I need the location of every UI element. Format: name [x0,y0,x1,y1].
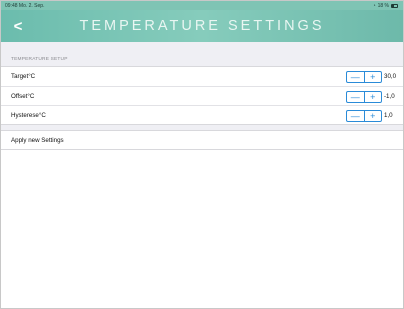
setting-row-offset: Offset°C — + -1,0 [1,86,403,105]
setting-value-target: 30,0 [384,73,397,80]
battery-icon [391,3,398,8]
chevron-left-icon[interactable]: < [11,17,25,35]
setting-value-offset: -1,0 [384,93,395,100]
hysterese-increment-button[interactable]: + [363,111,382,121]
target-decrement-button[interactable]: — [347,72,364,82]
hysterese-stepper: — + [346,110,382,122]
setting-label-hysterese: Hysterese°C [11,111,46,119]
setting-label-offset: Offset°C [11,92,35,100]
navigation-bar: < TEMPERATURE SETTINGS [1,10,403,42]
setting-row-target: Target°C — + 30,0 [1,67,403,86]
battery-percent: 18 % [377,2,389,9]
setting-label-target: Target°C [11,73,36,80]
offset-decrement-button[interactable]: — [347,92,364,102]
target-stepper: — + [346,71,382,83]
temperature-settings-group: Target°C — + 30,0 Offset°C — + -1,0 Hyst… [1,66,403,125]
setting-value-hysterese: 1,0 [384,112,393,119]
apply-settings-button[interactable]: Apply new Settings [1,130,403,150]
offset-increment-button[interactable]: + [363,92,382,102]
hysterese-decrement-button[interactable]: — [347,111,364,121]
empty-area [1,150,403,308]
status-bar: 09:48 Mo. 2. Sep. ◔ 18 % [1,1,403,10]
status-time-date: 09:48 Mo. 2. Sep. [5,2,45,9]
settings-content: TEMPERATURE SETUP Target°C — + 30,0 Offs… [1,42,403,308]
section-header: TEMPERATURE SETUP [11,57,68,62]
page-title: TEMPERATURE SETTINGS [79,18,325,34]
target-increment-button[interactable]: + [363,72,382,82]
app-window: 09:48 Mo. 2. Sep. ◔ 18 % < TEMPERATURE S… [0,0,404,309]
offset-stepper: — + [346,91,382,103]
wifi-icon: ◔ [372,2,376,9]
status-indicators: ◔ 18 % [373,3,398,9]
setting-row-hysterese: Hysterese°C — + 1,0 [1,105,403,124]
